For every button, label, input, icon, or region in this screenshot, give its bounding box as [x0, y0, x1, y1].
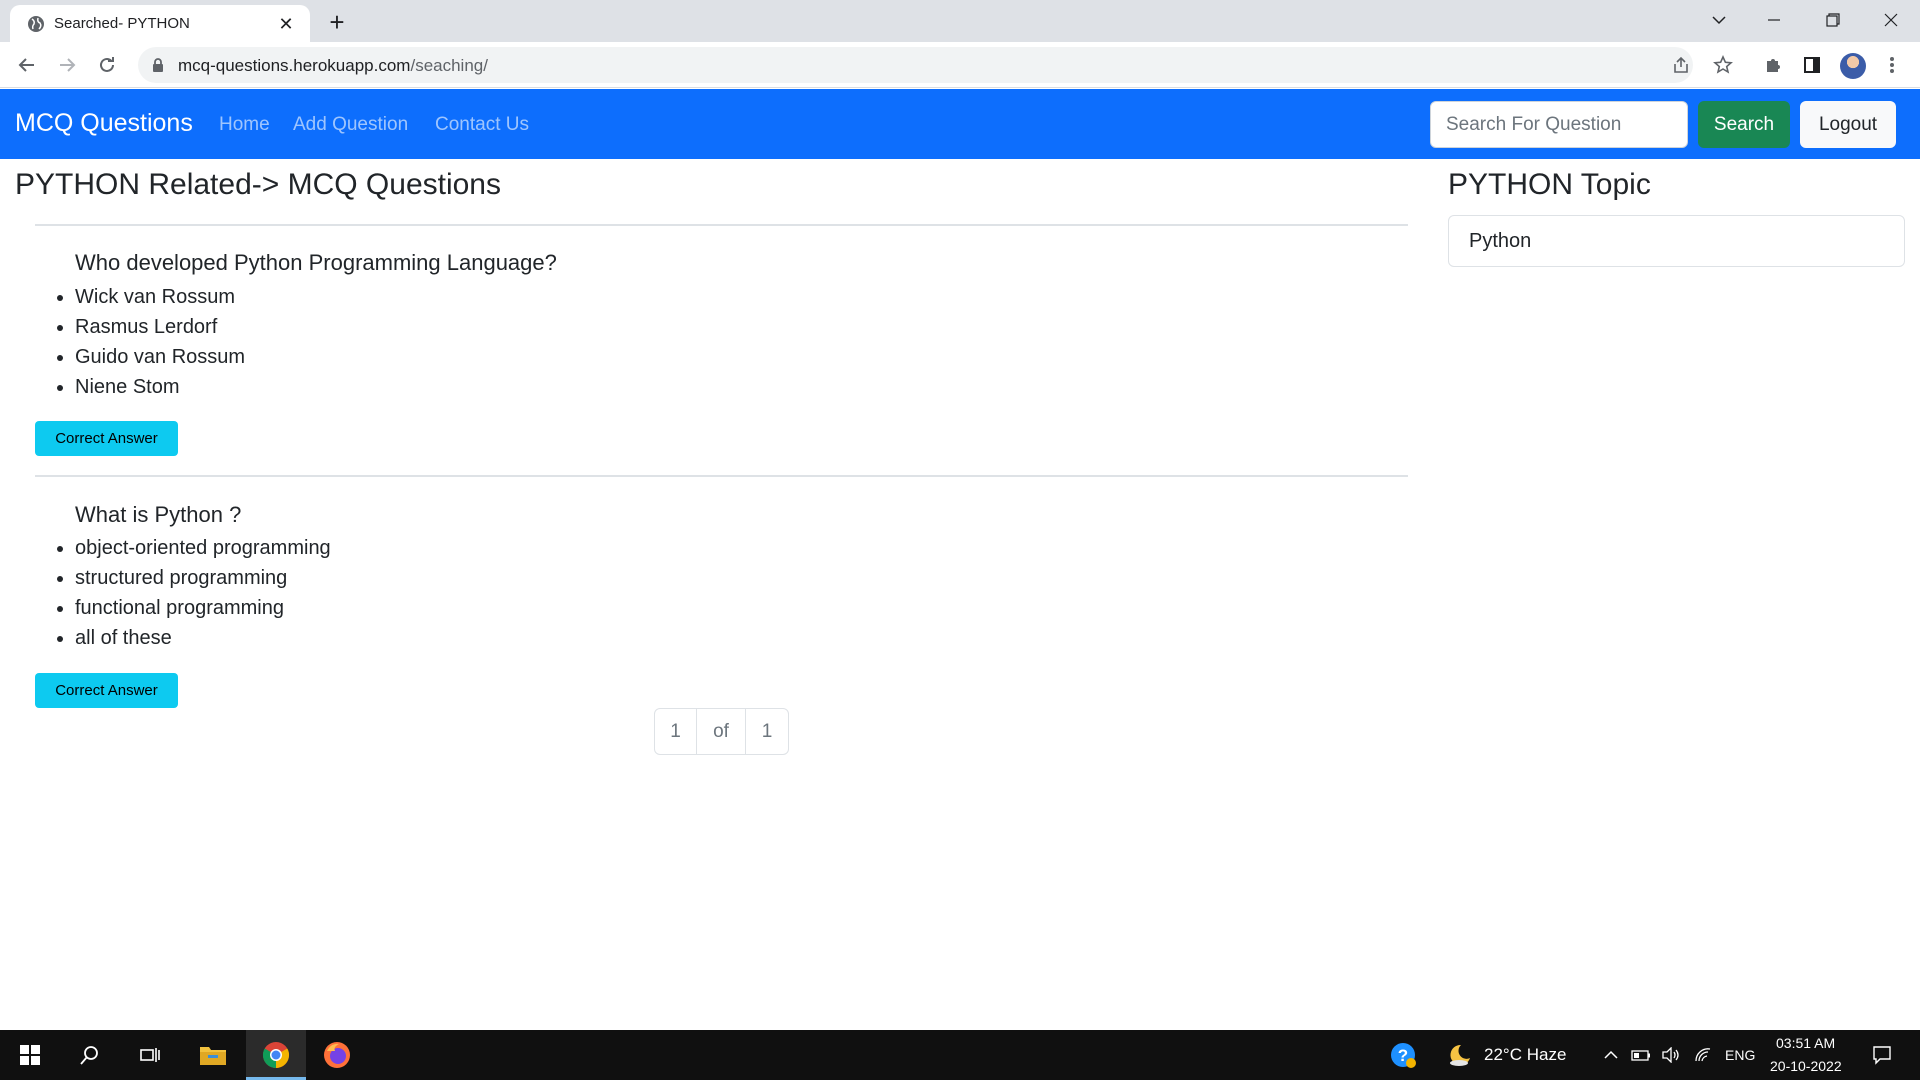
close-tab-icon[interactable]: ✕: [276, 14, 296, 34]
profile-avatar[interactable]: [1840, 53, 1866, 79]
weather-moon-icon[interactable]: [1440, 1030, 1480, 1080]
logout-button[interactable]: Logout: [1800, 101, 1896, 148]
option-item: functional programming: [75, 593, 331, 623]
url-text[interactable]: mcq-questions.herokuapp.com/seaching/: [178, 56, 488, 76]
restore-icon[interactable]: [1817, 6, 1849, 34]
clock-date[interactable]: 20-10-2022: [1770, 1058, 1842, 1074]
tab-title: Searched- PYTHON: [54, 15, 190, 32]
nav-link-contact-us[interactable]: Contact Us: [435, 114, 529, 136]
globe-icon: [28, 16, 44, 32]
forward-arrow-icon[interactable]: [51, 49, 83, 81]
pagination-current-page[interactable]: 1: [655, 709, 696, 754]
menu-kebab-icon[interactable]: [1880, 53, 1904, 77]
weather-text[interactable]: 22°C Haze: [1484, 1045, 1566, 1065]
pagination-of-label: of: [696, 709, 745, 754]
reload-icon[interactable]: [91, 49, 123, 81]
option-item: all of these: [75, 623, 331, 653]
battery-icon[interactable]: [1628, 1030, 1654, 1080]
windows-start-icon[interactable]: [0, 1030, 60, 1080]
windows-taskbar: ? 22°C Haze ENG 03:51 AM 20-10-2022: [0, 1030, 1920, 1080]
search-button[interactable]: Search: [1698, 101, 1790, 148]
share-icon[interactable]: [1669, 53, 1693, 77]
help-icon[interactable]: ?: [1382, 1030, 1424, 1080]
tab-search-icon[interactable]: [1703, 6, 1735, 34]
options-list: Wick van Rossum Rasmus Lerdorf Guido van…: [75, 282, 245, 402]
option-item: Niene Stom: [75, 372, 245, 402]
question-title: Who developed Python Programming Languag…: [75, 250, 557, 275]
browser-tab[interactable]: Searched- PYTHON ✕: [10, 5, 310, 42]
language-indicator[interactable]: ENG: [1725, 1047, 1755, 1063]
side-panel-icon[interactable]: [1800, 53, 1824, 77]
close-window-icon[interactable]: [1875, 6, 1907, 34]
address-bar[interactable]: mcq-questions.herokuapp.com/seaching/: [138, 47, 1693, 83]
browser-tab-strip: Searched- PYTHON ✕ +: [0, 0, 1920, 42]
option-item: Guido van Rossum: [75, 342, 245, 372]
clock-time[interactable]: 03:51 AM: [1776, 1035, 1835, 1051]
option-item: object-oriented programming: [75, 533, 331, 563]
topic-item-python[interactable]: Python: [1469, 230, 1531, 253]
search-icon[interactable]: [60, 1030, 120, 1080]
correct-answer-button[interactable]: Correct Answer: [35, 421, 178, 456]
chevron-up-icon[interactable]: [1600, 1030, 1622, 1080]
lock-icon[interactable]: [150, 57, 166, 73]
task-view-icon[interactable]: [120, 1030, 180, 1080]
chrome-taskbar-icon[interactable]: [246, 1030, 306, 1080]
back-arrow-icon[interactable]: [11, 49, 43, 81]
firefox-taskbar-icon[interactable]: [307, 1030, 367, 1080]
pagination: 1 of 1: [654, 708, 789, 755]
bookmark-star-icon[interactable]: [1711, 53, 1735, 77]
volume-icon[interactable]: [1658, 1030, 1684, 1080]
option-item: Rasmus Lerdorf: [75, 312, 245, 342]
nav-link-home[interactable]: Home: [219, 114, 270, 136]
notifications-icon[interactable]: [1862, 1030, 1902, 1080]
wifi-icon[interactable]: [1690, 1030, 1716, 1080]
browser-toolbar: mcq-questions.herokuapp.com/seaching/: [0, 42, 1920, 88]
nav-link-add-question[interactable]: Add Question: [293, 114, 408, 136]
site-navbar: MCQ Questions Home Add Question Contact …: [0, 89, 1920, 159]
file-explorer-icon[interactable]: [183, 1030, 243, 1080]
extensions-puzzle-icon[interactable]: [1761, 53, 1785, 77]
question-title: What is Python ?: [75, 502, 242, 527]
page-title: PYTHON Related-> MCQ Questions: [15, 168, 501, 201]
topic-heading: PYTHON Topic: [1448, 168, 1651, 201]
divider: [35, 224, 1408, 226]
minimize-icon[interactable]: [1758, 6, 1790, 34]
option-item: Wick van Rossum: [75, 282, 245, 312]
option-item: structured programming: [75, 563, 331, 593]
correct-answer-button[interactable]: Correct Answer: [35, 673, 178, 708]
divider: [35, 475, 1408, 477]
topic-list: Python: [1448, 215, 1905, 267]
pagination-total-pages[interactable]: 1: [745, 709, 788, 754]
search-input[interactable]: [1430, 101, 1688, 148]
brand-link[interactable]: MCQ Questions: [15, 109, 193, 138]
options-list: object-oriented programming structured p…: [75, 533, 331, 653]
new-tab-button[interactable]: +: [323, 7, 351, 37]
